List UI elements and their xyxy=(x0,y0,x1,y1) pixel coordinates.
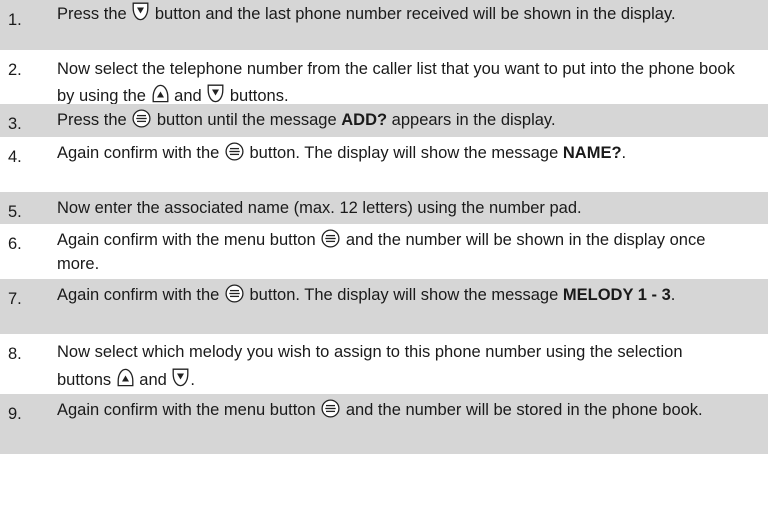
step-text-run: and xyxy=(169,87,207,105)
step-number: 3. xyxy=(8,115,22,133)
step-text-run: appears in the display. xyxy=(387,111,556,129)
step-number: 2. xyxy=(8,61,22,79)
up-arrow-button-icon xyxy=(117,368,134,387)
step-number: 1. xyxy=(8,11,22,29)
step-number: 7. xyxy=(8,290,22,308)
step-text-run: . xyxy=(670,286,676,304)
menu-button-icon xyxy=(132,109,151,128)
step-text-run: Again confirm with the menu button xyxy=(57,401,321,419)
step-text-run: Press the xyxy=(57,5,132,23)
up-arrow-button-icon xyxy=(152,84,169,103)
step-text: Now enter the associated name (max. 12 l… xyxy=(57,196,738,220)
step-number: 5. xyxy=(8,203,22,221)
step-text: Again confirm with the menu button and t… xyxy=(57,398,738,422)
down-arrow-button-icon xyxy=(207,84,224,103)
step-row-3: 3. Press the button until the message AD… xyxy=(0,104,768,137)
step-text-run: Again confirm with the xyxy=(57,286,224,304)
step-row-9: 9. Again confirm with the menu button an… xyxy=(0,394,768,454)
step-row-8: 8. Now select which melody you wish to a… xyxy=(0,334,768,394)
display-message: MELODY 1 - 3 xyxy=(562,286,671,304)
step-row-6: 6. Again confirm with the menu button an… xyxy=(0,224,768,279)
step-number: 9. xyxy=(8,405,22,423)
step-row-1: 1. Press the button and the last phone n… xyxy=(0,0,768,50)
step-text: Press the button and the last phone numb… xyxy=(57,2,738,26)
step-text-run: buttons. xyxy=(225,87,289,105)
menu-button-icon xyxy=(321,399,340,418)
step-text-run: button and the last phone number receive… xyxy=(150,5,676,23)
down-arrow-button-icon xyxy=(172,368,189,387)
menu-button-icon xyxy=(321,229,340,248)
down-arrow-button-icon xyxy=(132,2,149,21)
menu-button-icon xyxy=(225,142,244,161)
step-text-run: . xyxy=(621,144,627,162)
instruction-steps: 1. Press the button and the last phone n… xyxy=(0,0,768,454)
step-row-5: 5. Now enter the associated name (max. 1… xyxy=(0,192,768,224)
step-row-2: 2. Now select the telephone number from … xyxy=(0,50,768,105)
step-text-run: button. The display will show the messag… xyxy=(244,286,563,304)
step-number: 4. xyxy=(8,148,22,166)
step-row-7: 7. Again confirm with the button. The di… xyxy=(0,279,768,334)
step-text: Now select which melody you wish to assi… xyxy=(57,338,738,394)
step-text-run: and the number will be stored in the pho… xyxy=(341,401,703,419)
menu-button-icon xyxy=(225,284,244,303)
step-text: Again confirm with the button. The displ… xyxy=(57,141,738,165)
display-message: ADD? xyxy=(341,111,388,129)
step-text-run: Again confirm with the menu button xyxy=(57,231,321,249)
display-message: NAME? xyxy=(562,144,622,162)
step-text-run: Press the xyxy=(57,111,132,129)
step-number: 6. xyxy=(8,235,22,253)
step-row-4: 4. Again confirm with the button. The di… xyxy=(0,137,768,192)
step-text: Now select the telephone number from the… xyxy=(57,56,738,110)
step-text-run: button. The display will show the messag… xyxy=(244,144,563,162)
step-text-run: . xyxy=(190,371,196,389)
step-text: Again confirm with the button. The displ… xyxy=(57,283,738,307)
step-number: 8. xyxy=(8,345,22,363)
step-text: Press the button until the message ADD? … xyxy=(57,108,738,132)
step-text-run: Now enter the associated name (max. 12 l… xyxy=(57,199,582,217)
step-text-run: Again confirm with the xyxy=(57,144,224,162)
step-text-run: button until the message xyxy=(152,111,342,129)
step-text-run: and xyxy=(134,371,172,389)
step-text: Again confirm with the menu button and t… xyxy=(57,228,738,276)
